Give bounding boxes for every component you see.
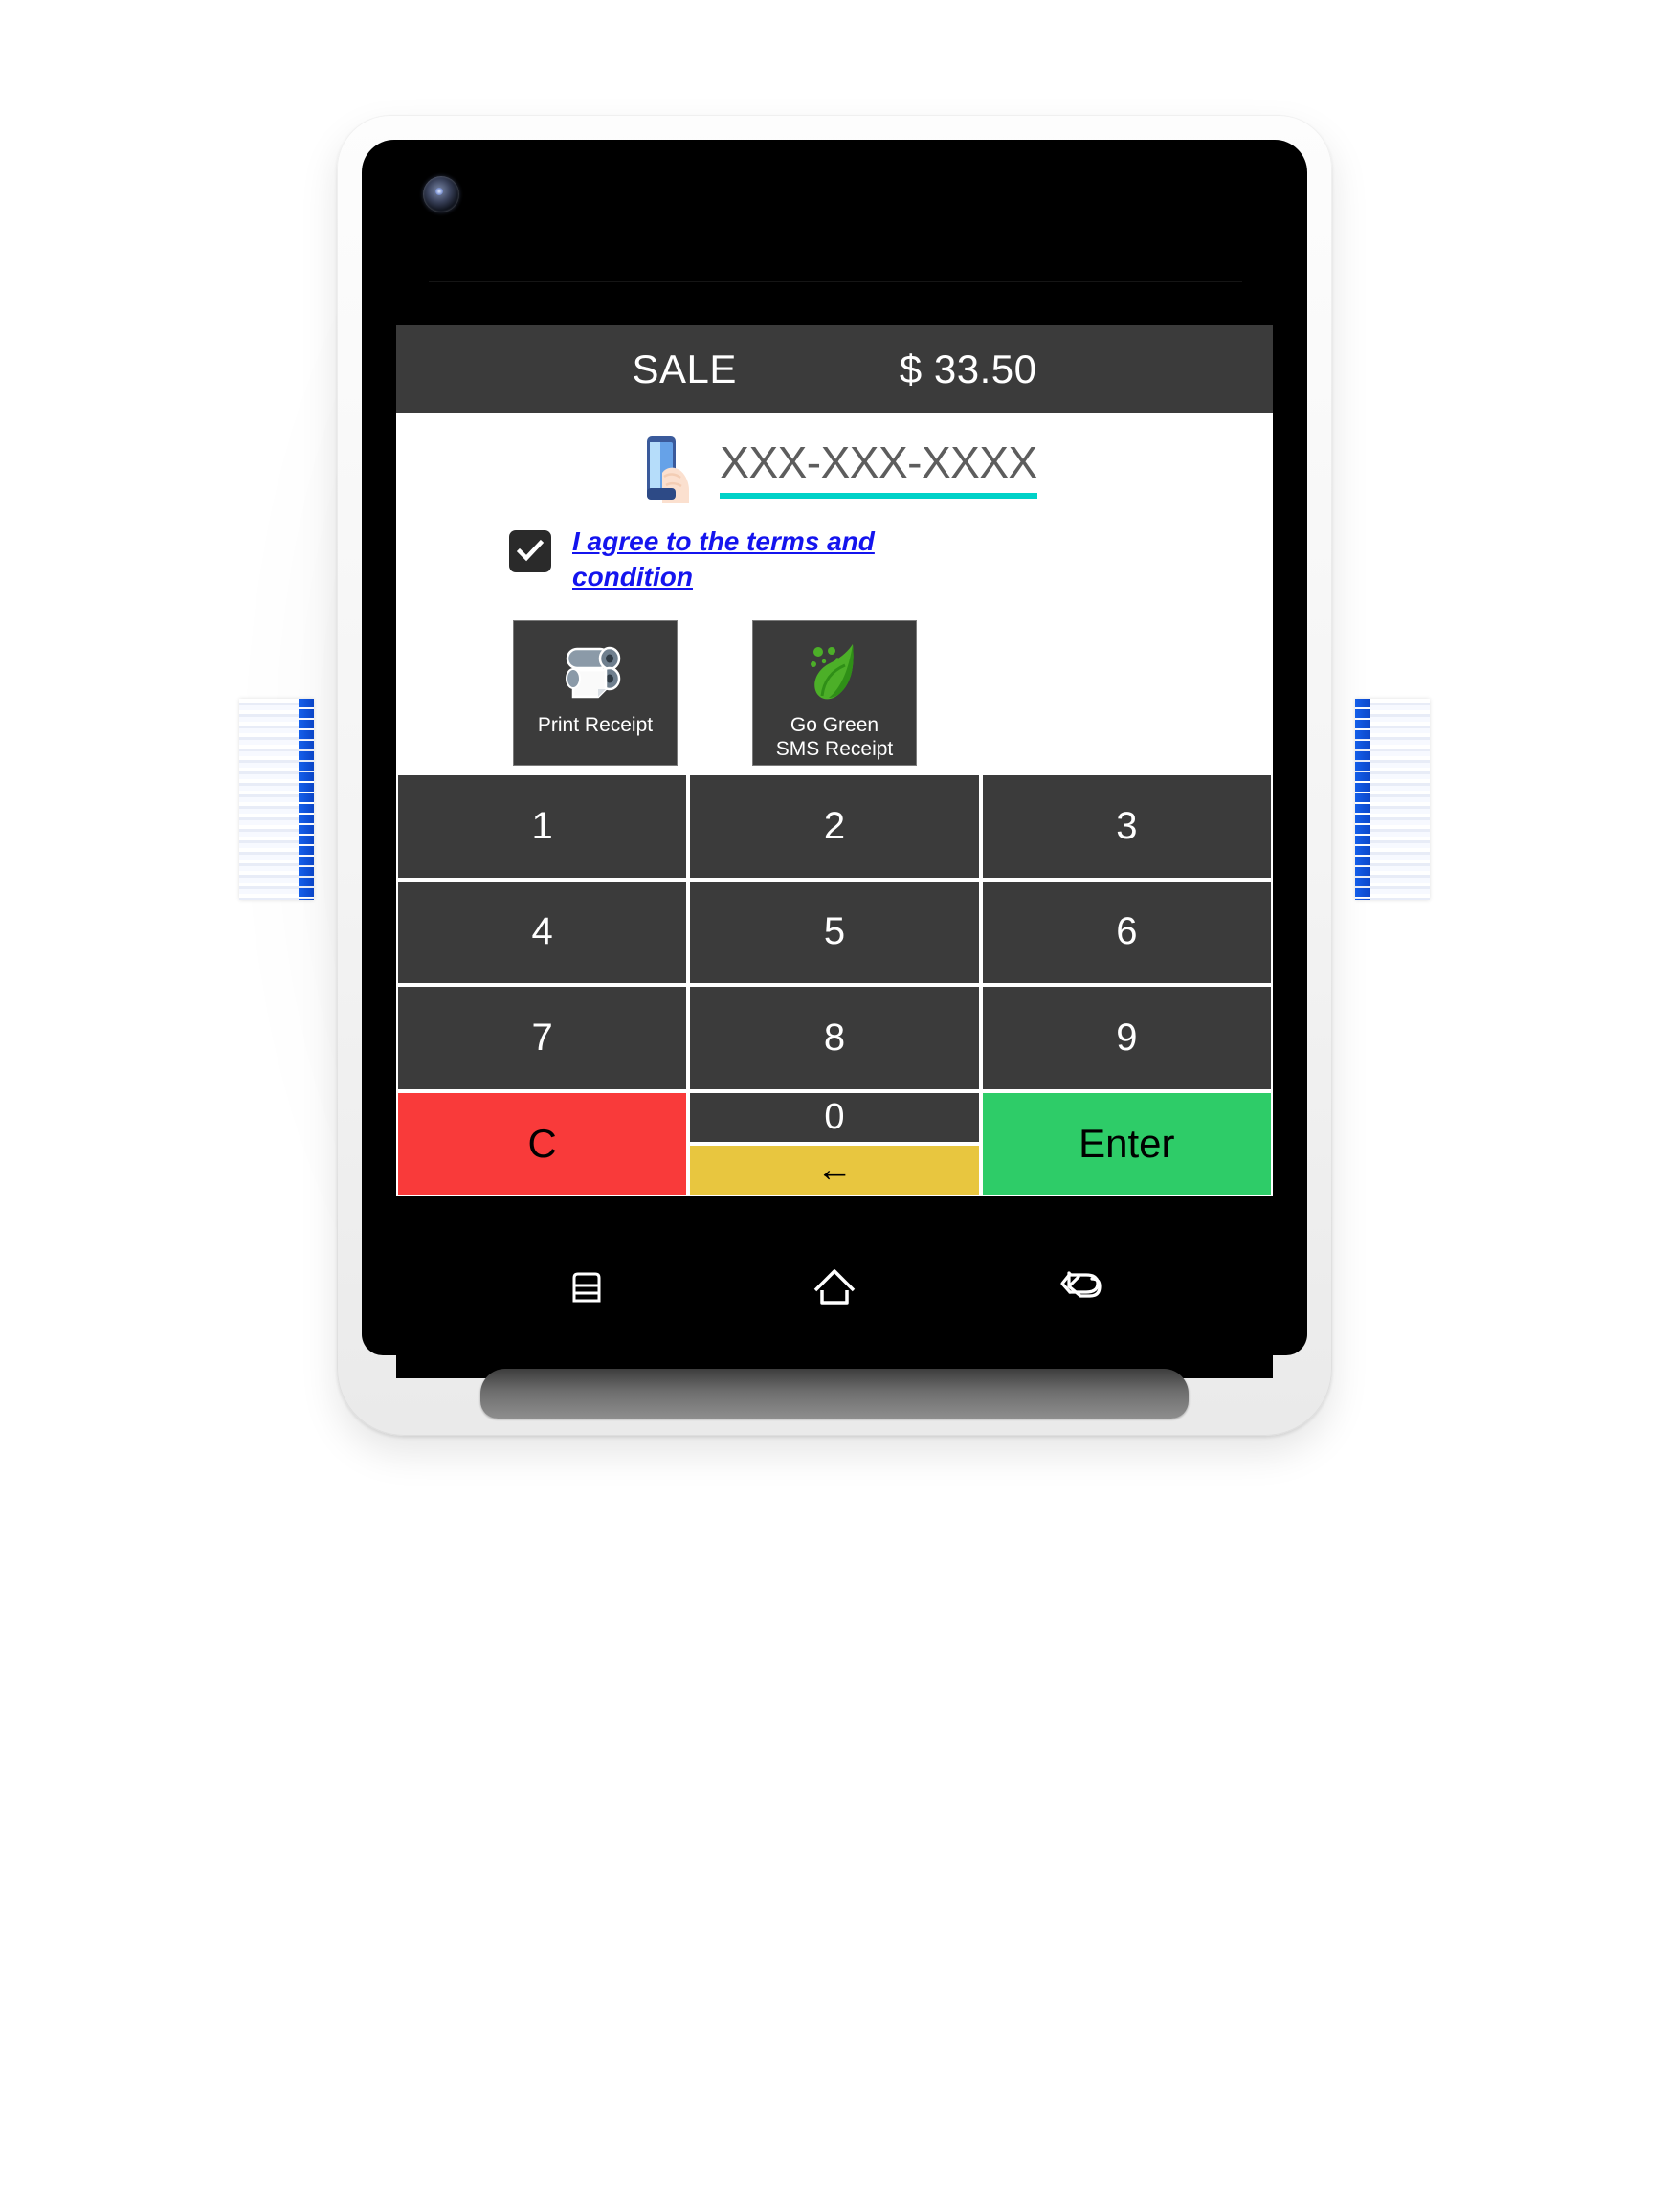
pos-terminal-device: SALE $ 33.50 XXX-XXX-XXXX I agree to the… bbox=[337, 115, 1332, 1436]
left-slot-edge bbox=[299, 699, 314, 900]
front-camera-icon bbox=[423, 176, 459, 212]
transaction-type-label: SALE bbox=[632, 346, 737, 391]
recent-apps-icon[interactable] bbox=[552, 1253, 621, 1322]
key-1[interactable]: 1 bbox=[398, 775, 687, 878]
backspace-button[interactable]: ← bbox=[690, 1145, 979, 1195]
left-card-slot bbox=[239, 699, 314, 900]
key-8[interactable]: 8 bbox=[690, 987, 979, 1089]
phone-number-field[interactable]: XXX-XXX-XXXX bbox=[720, 437, 1037, 499]
phone-entry-row: XXX-XXX-XXXX bbox=[396, 435, 1273, 503]
clear-button[interactable]: C bbox=[398, 1092, 687, 1195]
home-icon[interactable] bbox=[800, 1253, 869, 1322]
key-6[interactable]: 6 bbox=[982, 881, 1271, 983]
device-bezel: SALE $ 33.50 XXX-XXX-XXXX I agree to the… bbox=[362, 140, 1307, 1378]
key-4[interactable]: 4 bbox=[398, 881, 687, 983]
app-screen: SALE $ 33.50 XXX-XXX-XXXX I agree to the… bbox=[396, 325, 1273, 1196]
phone-field-underline bbox=[720, 492, 1037, 499]
go-green-sms-receipt-label: Go Green SMS Receipt bbox=[775, 713, 894, 761]
print-receipt-button[interactable]: Print Receipt bbox=[513, 619, 678, 766]
mobile-phone-in-hand-icon bbox=[641, 435, 695, 503]
key-0[interactable]: 0 bbox=[690, 1092, 979, 1142]
receipt-options-row: Print Receipt Go Green SMS Receipt bbox=[396, 619, 1273, 766]
back-icon[interactable] bbox=[1048, 1253, 1117, 1322]
right-card-slot bbox=[1355, 699, 1430, 900]
transaction-amount: $ 33.50 bbox=[899, 346, 1037, 391]
terms-checkbox[interactable] bbox=[509, 530, 551, 572]
key-5[interactable]: 5 bbox=[690, 881, 979, 983]
terms-and-conditions-link[interactable]: I agree to the terms and condition bbox=[572, 525, 879, 595]
key-7[interactable]: 7 bbox=[398, 987, 687, 1089]
terms-agreement-row[interactable]: I agree to the terms and condition bbox=[509, 525, 1273, 595]
app-header: SALE $ 33.50 bbox=[396, 325, 1273, 413]
phone-number-placeholder: XXX-XXX-XXXX bbox=[720, 437, 1037, 488]
numeric-keypad: 1 2 3 4 5 6 7 8 9 C 0 ← Enter bbox=[396, 773, 1273, 1196]
enter-button[interactable]: Enter bbox=[982, 1092, 1271, 1195]
green-leaf-icon bbox=[803, 637, 866, 711]
zero-backspace-stack: 0 ← bbox=[690, 1092, 979, 1195]
device-bottom-chin bbox=[480, 1369, 1189, 1419]
print-receipt-label: Print Receipt bbox=[537, 713, 654, 736]
screenshot-root: SALE $ 33.50 XXX-XXX-XXXX I agree to the… bbox=[0, 0, 1669, 2212]
key-3[interactable]: 3 bbox=[982, 775, 1271, 878]
right-slot-edge bbox=[1355, 699, 1370, 900]
content-area: XXX-XXX-XXXX I agree to the terms and co… bbox=[396, 413, 1273, 773]
paper-roll-icon bbox=[560, 637, 631, 711]
key-2[interactable]: 2 bbox=[690, 775, 979, 878]
go-green-sms-receipt-button[interactable]: Go Green SMS Receipt bbox=[752, 619, 917, 766]
android-navigation-bar bbox=[396, 1196, 1273, 1378]
key-9[interactable]: 9 bbox=[982, 987, 1271, 1089]
earpiece-divider bbox=[429, 281, 1242, 282]
